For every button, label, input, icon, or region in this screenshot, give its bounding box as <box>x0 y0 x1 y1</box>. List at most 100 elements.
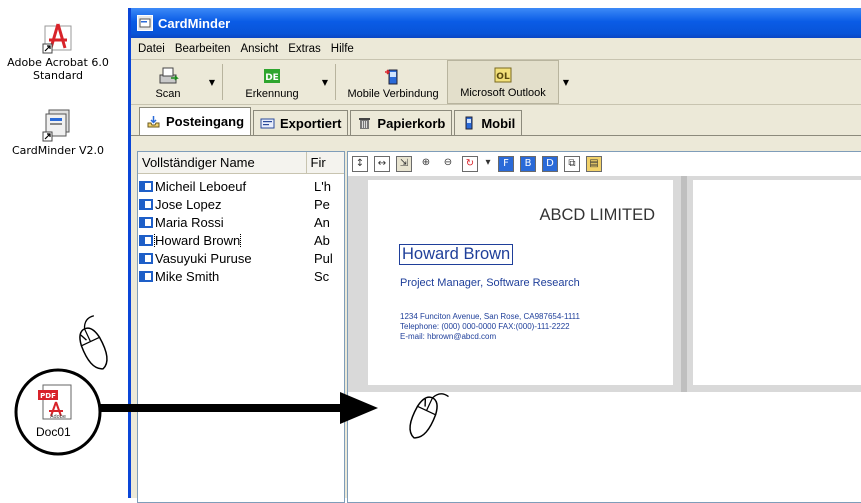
trash-icon <box>357 116 372 130</box>
pdf-brand: Adobe <box>50 414 66 420</box>
toolbar-separator <box>222 64 223 100</box>
menu-bearbeiten[interactable]: Bearbeiten <box>170 43 236 55</box>
business-card-icon <box>139 270 153 282</box>
column-header-full-name[interactable]: Vollständiger Name <box>138 152 307 173</box>
menu-ansicht[interactable]: Ansicht <box>235 43 283 55</box>
card-list: Vollständiger Name Fir Micheil Leboeuf L… <box>137 151 345 503</box>
outlook-icon: OL <box>492 65 514 85</box>
card-contact-block: 1234 Funciton Avenue, San Rose, CA987654… <box>400 312 580 342</box>
tab-posteingang[interactable]: Posteingang <box>139 107 252 135</box>
outlook-button[interactable]: OL Microsoft Outlook <box>447 60 559 104</box>
card-phone: Telephone: (000) 000-0000 FAX:(000)-111-… <box>400 322 570 331</box>
back-side-icon[interactable]: B <box>520 156 536 172</box>
contact-company: Sc <box>314 268 330 284</box>
tab-bar: Posteingang Exportiert Papierkorb Mobil <box>131 105 861 136</box>
outlook-dropdown-arrow[interactable]: ▼ <box>559 60 573 104</box>
recognition-dropdown-arrow[interactable]: ▼ <box>318 60 332 104</box>
list-item[interactable]: Micheil Leboeuf L'h <box>138 177 344 195</box>
business-card-icon <box>139 252 153 264</box>
business-card-front: ABCD LIMITED Howard Brown Project Manage… <box>368 180 673 385</box>
card-address: 1234 Funciton Avenue, San Rose, CA987654… <box>400 312 580 321</box>
contact-name: Vasuyuki Puruse <box>155 250 252 266</box>
card-divider <box>681 176 687 392</box>
fit-width-icon[interactable]: ↔ <box>374 156 390 172</box>
card-job-title: Project Manager, Software Research <box>400 277 580 289</box>
highlight-circle <box>14 368 102 456</box>
contact-name: Micheil Leboeuf <box>155 178 247 194</box>
mobile-phone-icon <box>382 66 404 86</box>
tab-label: Exportiert <box>280 115 342 131</box>
card-person-name: Howard Brown <box>399 244 514 265</box>
rotate-dropdown-icon[interactable]: ▾ <box>484 156 492 172</box>
contact-name: Jose Lopez <box>155 196 222 212</box>
recognition-button[interactable]: DE Erkennung <box>226 60 318 104</box>
scan-dropdown-arrow[interactable]: ▼ <box>205 60 219 104</box>
cardminder-app-icon <box>137 15 153 31</box>
tab-label: Papierkorb <box>377 115 446 131</box>
view-toolbar: ↕ ↔ ⇲ ⊕ ⊖ ↻ ▾ F B D ⧉ ▤ <box>348 152 861 176</box>
list-item[interactable]: Vasuyuki Puruse Pul <box>138 249 344 267</box>
tab-label: Mobil <box>481 115 516 131</box>
business-card-back <box>693 180 861 385</box>
card-image-area: ABCD LIMITED Howard Brown Project Manage… <box>348 176 861 392</box>
mobile-icon <box>461 116 476 130</box>
contact-company: Pul <box>314 250 333 266</box>
menu-datei[interactable]: Datei <box>133 43 170 55</box>
menu-bar: Datei Bearbeiten Ansicht Extras Hilfe <box>131 38 861 60</box>
tab-mobil[interactable]: Mobil <box>454 110 523 135</box>
scan-button[interactable]: Scan <box>131 60 205 104</box>
recognition-icon: DE <box>261 66 283 86</box>
business-card-icon <box>139 216 153 228</box>
contact-name: Maria Rossi <box>155 214 224 230</box>
desktop-icon-acrobat[interactable]: Adobe Acrobat 6.0 Standard <box>0 20 118 82</box>
business-card-icon <box>139 198 153 210</box>
pdf-badge: PDF <box>40 392 56 400</box>
recognition-badge: DE <box>265 73 279 83</box>
zoom-in-icon[interactable]: ⊕ <box>418 156 434 172</box>
window-title: CardMinder <box>158 15 231 31</box>
contact-company: L'h <box>314 178 331 194</box>
acrobat-icon <box>41 20 75 54</box>
contact-company: An <box>314 214 330 230</box>
menu-extras[interactable]: Extras <box>283 43 326 55</box>
main-toolbar: Scan ▼ DE Erkennung ▼ Mobile Verbindung … <box>131 60 861 105</box>
business-card-icon <box>139 234 153 246</box>
mobile-connection-button[interactable]: Mobile Verbindung <box>339 60 447 104</box>
tab-exportiert[interactable]: Exportiert <box>253 110 349 135</box>
column-header-company[interactable]: Fir <box>307 152 344 173</box>
card-company: ABCD LIMITED <box>539 206 655 224</box>
list-item[interactable]: Mike Smith Sc <box>138 267 344 285</box>
cardminder-window: CardMinder Datei Bearbeiten Ansicht Extr… <box>128 8 861 503</box>
business-card-icon <box>139 180 153 192</box>
desktop-icon-cardminder[interactable]: CardMinder V2.0 <box>0 108 118 157</box>
title-bar[interactable]: CardMinder <box>131 8 861 38</box>
contact-company: Ab <box>314 232 330 248</box>
contact-name: Howard Brown <box>153 232 242 248</box>
pdf-file-icon: PDF Adobe <box>38 384 72 420</box>
recognition-label: Erkennung <box>245 88 299 100</box>
menu-hilfe[interactable]: Hilfe <box>326 43 359 55</box>
contact-company: Pe <box>314 196 330 212</box>
list-item[interactable]: Maria Rossi An <box>138 213 344 231</box>
mobile-connection-label: Mobile Verbindung <box>347 88 439 100</box>
mouse-click-icon <box>79 315 108 370</box>
card-info-icon[interactable]: ▤ <box>586 156 602 172</box>
list-item-selected[interactable]: Howard Brown Ab <box>138 231 344 249</box>
rotate-icon[interactable]: ↻ <box>462 156 478 172</box>
scan-label: Scan <box>155 88 181 100</box>
outlook-badge: OL <box>496 72 510 82</box>
list-body: Micheil Leboeuf L'h Jose Lopez Pe Maria … <box>138 174 344 285</box>
fit-page-icon[interactable]: ⇲ <box>396 156 412 172</box>
tab-papierkorb[interactable]: Papierkorb <box>350 110 453 135</box>
list-item[interactable]: Jose Lopez Pe <box>138 195 344 213</box>
copy-icon[interactable]: ⧉ <box>564 156 580 172</box>
scanner-icon <box>157 66 179 86</box>
fit-height-icon[interactable]: ↕ <box>352 156 368 172</box>
double-side-icon[interactable]: D <box>542 156 558 172</box>
contact-name: Mike Smith <box>155 268 220 284</box>
desktop-icon-label: CardMinder V2.0 <box>11 144 105 157</box>
desktop-icon-label: Adobe Acrobat 6.0 <box>7 56 109 69</box>
zoom-out-icon[interactable]: ⊖ <box>440 156 456 172</box>
front-side-icon[interactable]: F <box>498 156 514 172</box>
card-view-pane: ↕ ↔ ⇲ ⊕ ⊖ ↻ ▾ F B D ⧉ ▤ ABCD LIMITED How… <box>347 151 861 503</box>
